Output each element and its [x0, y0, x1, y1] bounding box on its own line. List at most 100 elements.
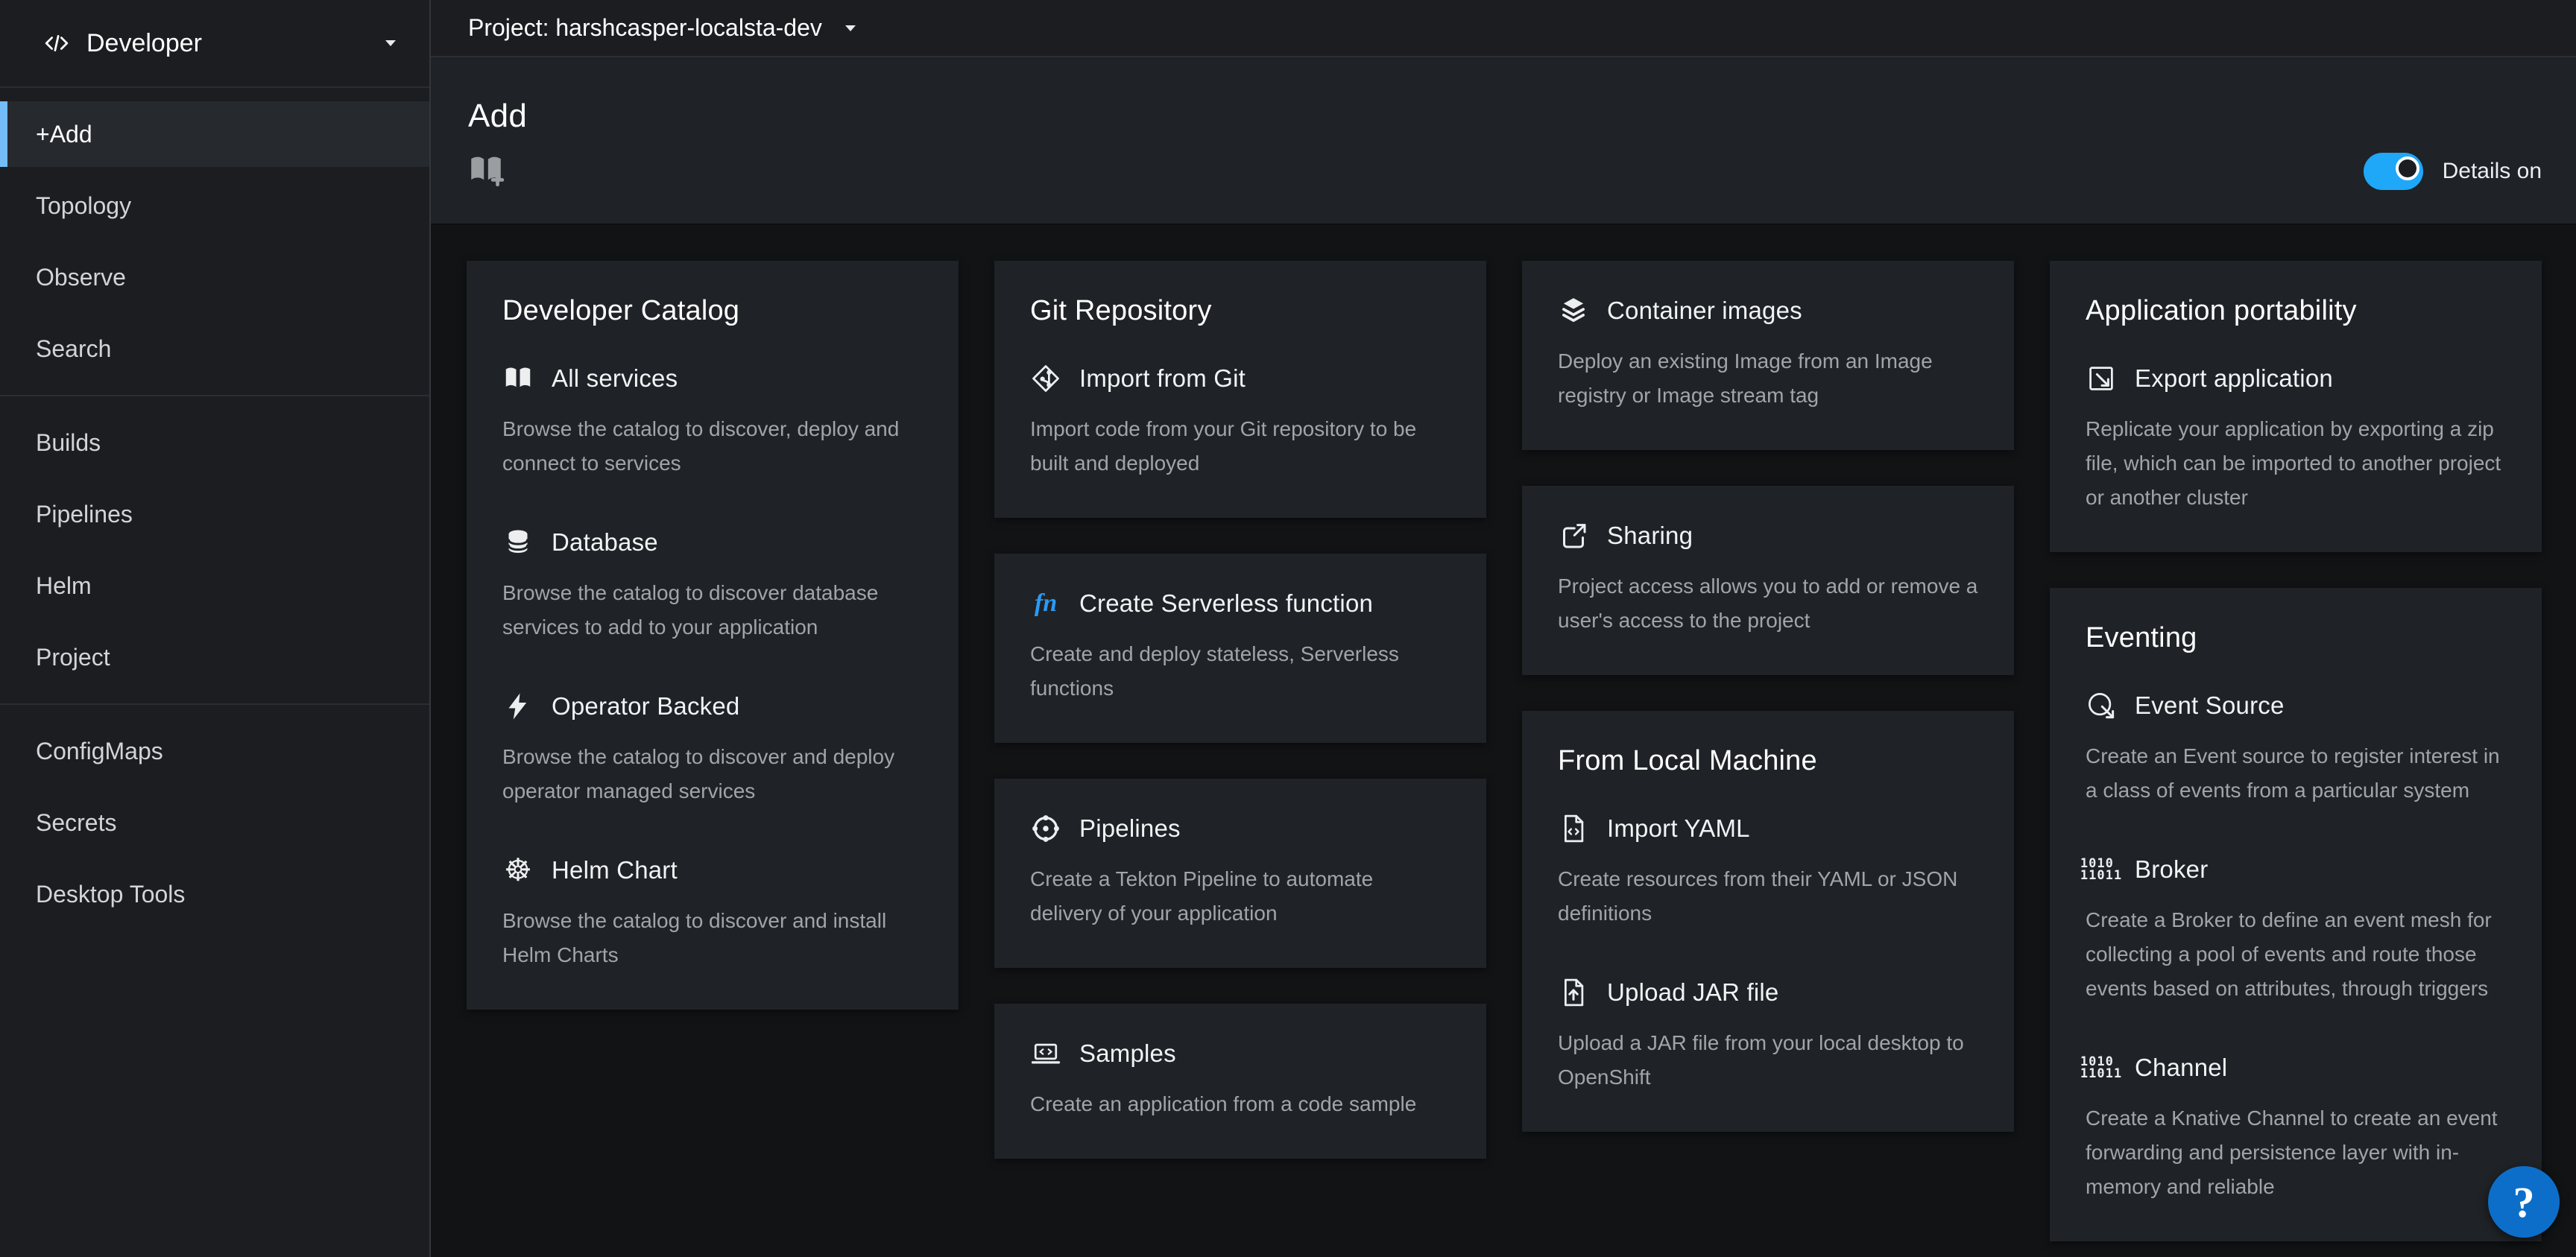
card-item-export-application[interactable]: Export applicationReplicate your applica…	[2086, 363, 2506, 515]
project-selector-label: Project: harshcasper-localsta-dev	[468, 14, 822, 42]
sidebar-item-helm[interactable]: Helm	[0, 553, 429, 618]
add-card[interactable]: Samples Create an application from a code…	[994, 1004, 1486, 1159]
card-item-operator-backed[interactable]: Operator Backed Browse the catalog to dis…	[502, 691, 923, 808]
add-card[interactable]: Developer Catalog All servicesBrowse the …	[467, 261, 959, 1010]
card-item-head: fnCreate Serverless function	[1030, 588, 1450, 619]
add-card[interactable]: From Local MachineImport YAMLCreate reso…	[1522, 711, 2014, 1132]
add-card[interactable]: Application portability Export applicatio…	[2050, 261, 2542, 552]
card-item-head: Export application	[2086, 363, 2506, 394]
git-icon	[1030, 363, 1061, 394]
broker-icon: 101011011	[2086, 854, 2117, 885]
sidebar-divider	[0, 703, 429, 705]
card-item-description: Deploy an existing Image from an Image r…	[1558, 344, 1978, 413]
card-item-head: 101011011Broker	[2086, 854, 2506, 885]
add-card[interactable]: fnCreate Serverless function Create and d…	[994, 554, 1486, 743]
card-item-head: Upload JAR file	[1558, 977, 1978, 1008]
card-item-label: Import from Git	[1079, 364, 1246, 393]
card-item-container-images[interactable]: Container images Deploy an existing Image…	[1558, 295, 1978, 413]
card-item-import-yaml[interactable]: Import YAMLCreate resources from their Y…	[1558, 813, 1978, 931]
sidebar-item-project[interactable]: Project	[0, 624, 429, 690]
sidebar-item-observe[interactable]: Observe	[0, 244, 429, 310]
card-item-label: Create Serverless function	[1079, 589, 1373, 618]
toggle-switch[interactable]	[2364, 153, 2423, 190]
card-item-head: Samples	[1030, 1038, 1450, 1069]
card-item-description: Create a Tekton Pipeline to automate del…	[1030, 862, 1450, 931]
card-item-head: Event Source	[2086, 690, 2506, 721]
book-plus-icon[interactable]	[468, 153, 504, 187]
card-item-samples[interactable]: Samples Create an application from a code…	[1030, 1038, 1450, 1121]
card-item-description: Create and deploy stateless, Serverless …	[1030, 637, 1450, 706]
card-item-label: Container images	[1607, 297, 1802, 325]
database-icon	[502, 527, 534, 558]
card-item-head: Container images	[1558, 295, 1978, 326]
card-item-head: Database	[502, 527, 923, 558]
sidebar-nav: +AddTopologyObserveSearch BuildsPipelines…	[0, 88, 429, 1257]
add-page-content: Developer Catalog All servicesBrowse the …	[431, 225, 2576, 1257]
card-item-pipelines[interactable]: Pipelines Create a Tekton Pipeline to aut…	[1030, 813, 1450, 931]
sidebar-item-pipelines[interactable]: Pipelines	[0, 481, 429, 547]
add-card[interactable]: Eventing Event Source Create an Event sour…	[2050, 588, 2542, 1241]
card-item-import-from-git[interactable]: Import from GitImport code from your Git…	[1030, 363, 1450, 481]
card-item-channel[interactable]: 101011011Channel Create a Knative Channel…	[2086, 1052, 2506, 1204]
helm-icon: ☸	[502, 855, 534, 886]
perspective-switcher[interactable]: Developer	[0, 0, 429, 88]
card-item-label: Samples	[1079, 1039, 1176, 1068]
card-item-head: 101011011Channel	[2086, 1052, 2506, 1083]
pipelines-icon	[1030, 813, 1061, 844]
bolt-icon	[502, 691, 534, 722]
card-item-description: Create a Broker to define an event mesh …	[2086, 903, 2506, 1006]
details-toggle[interactable]: Details on	[2364, 153, 2542, 190]
toggle-knob	[2396, 156, 2419, 180]
card-column: Git RepositoryImport from GitImport code…	[994, 261, 1486, 1159]
card-item-database[interactable]: DatabaseBrowse the catalog to discover d…	[502, 527, 923, 645]
card-title: Eventing	[2086, 622, 2506, 654]
card-item-all-services[interactable]: All servicesBrowse the catalog to discov…	[502, 363, 923, 481]
card-item-event-source[interactable]: Event Source Create an Event source to re…	[2086, 690, 2506, 808]
card-item-label: Pipelines	[1079, 814, 1181, 843]
card-item-label: Upload JAR file	[1607, 978, 1778, 1007]
help-button[interactable]: ?	[2488, 1166, 2560, 1238]
channel-icon: 101011011	[2086, 1052, 2117, 1083]
page-title: Add	[468, 98, 2540, 135]
card-column: Developer Catalog All servicesBrowse the …	[467, 261, 959, 1010]
samples-icon	[1030, 1038, 1061, 1069]
card-item-helm-chart[interactable]: ☸Helm ChartBrowse the catalog to discove…	[502, 855, 923, 972]
upload-jar-icon	[1558, 977, 1589, 1008]
export-application-icon	[2086, 363, 2117, 394]
sidebar-item-secrets[interactable]: Secrets	[0, 790, 429, 855]
event-source-icon	[2086, 690, 2117, 721]
card-item-upload-jar-file[interactable]: Upload JAR file Upload a JAR file from yo…	[1558, 977, 1978, 1095]
add-card[interactable]: SharingProject access allows you to add …	[1522, 486, 2014, 675]
card-item-label: Export application	[2135, 364, 2333, 393]
chevron-down-icon	[382, 36, 400, 51]
card-item-create-serverless-function[interactable]: fnCreate Serverless function Create and d…	[1030, 588, 1450, 706]
card-column: Application portability Export applicatio…	[2050, 261, 2542, 1241]
card-item-label: Sharing	[1607, 522, 1693, 550]
sidebar-item-configmaps[interactable]: ConfigMaps	[0, 718, 429, 784]
sidebar-item-add[interactable]: +Add	[0, 101, 429, 167]
card-item-description: Create a Knative Channel to create an ev…	[2086, 1101, 2506, 1204]
card-item-description: Browse the catalog to discover and deplo…	[502, 740, 923, 808]
card-item-head: Pipelines	[1030, 813, 1450, 844]
sidebar-item-builds[interactable]: Builds	[0, 410, 429, 475]
sidebar-item-topology[interactable]: Topology	[0, 173, 429, 238]
card-item-description: Create resources from their YAML or JSON…	[1558, 862, 1978, 931]
card-item-description: Upload a JAR file from your local deskto…	[1558, 1026, 1978, 1095]
add-card[interactable]: Git RepositoryImport from GitImport code…	[994, 261, 1486, 518]
add-card[interactable]: Container images Deploy an existing Image…	[1522, 261, 2014, 450]
card-item-head: Operator Backed	[502, 691, 923, 722]
card-item-description: Create an application from a code sample	[1030, 1087, 1450, 1121]
card-item-broker[interactable]: 101011011Broker Create a Broker to define…	[2086, 854, 2506, 1006]
container-images-icon	[1558, 295, 1589, 326]
project-selector[interactable]: Project: harshcasper-localsta-dev	[431, 0, 2576, 57]
card-title: Developer Catalog	[502, 295, 923, 327]
sidebar-item-search[interactable]: Search	[0, 316, 429, 381]
card-item-sharing[interactable]: SharingProject access allows you to add …	[1558, 520, 1978, 638]
card-title: Application portability	[2086, 295, 2506, 327]
card-item-label: Event Source	[2135, 691, 2285, 720]
app-window: Developer +AddTopologyObserveSearch Build…	[0, 0, 2576, 1257]
sidebar-item-desktop-tools[interactable]: Desktop Tools	[0, 861, 429, 927]
import-yaml-icon	[1558, 813, 1589, 844]
card-item-description: Create an Event source to register inter…	[2086, 739, 2506, 808]
add-card[interactable]: Pipelines Create a Tekton Pipeline to aut…	[994, 779, 1486, 968]
